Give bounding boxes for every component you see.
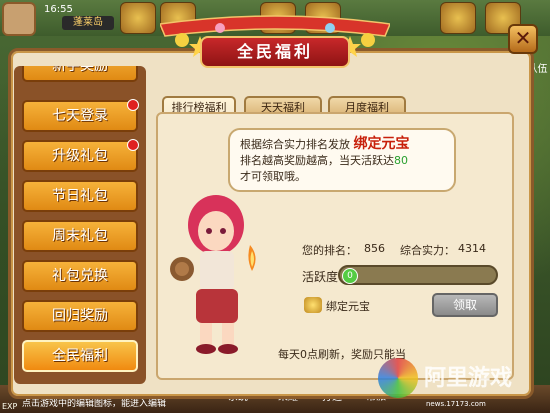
menu-item-redeem-code[interactable]: 礼包兑换 xyxy=(22,260,138,292)
menu-item-level-pack[interactable]: 升级礼包 xyxy=(22,139,139,172)
dialog-title: 全民福利 xyxy=(200,36,350,68)
clock-time: 16:55 xyxy=(44,4,73,15)
menu-item-weekend-pack[interactable]: 周末礼包 xyxy=(22,220,138,252)
rank-label: 您的排名： xyxy=(302,244,357,257)
menu-item-label: 回归奖励 xyxy=(52,308,108,324)
watermark-text: 阿里游戏 xyxy=(424,366,513,391)
close-button[interactable]: ✕ xyxy=(508,24,538,54)
notification-dot xyxy=(127,139,139,151)
bubble-line1: 根据综合实力排名发放 xyxy=(240,138,350,151)
bubble-activity-threshold: 80 xyxy=(394,154,408,167)
hud-event-icon[interactable] xyxy=(120,2,156,34)
speech-bubble: 根据综合实力排名发放 绑定元宝 排名越高奖励越高，当天活跃达80 才可领取哦。 xyxy=(228,128,456,192)
menu-item-newbie[interactable]: 新手奖励 xyxy=(22,66,138,82)
welfare-menu: 新手奖励 七天登录 升级礼包 节日礼包 周末礼包 礼包兑换 回归奖励 全民福利 xyxy=(14,66,146,384)
bubble-highlight: 绑定元宝 xyxy=(353,136,410,152)
watermark-logo-icon xyxy=(378,358,418,398)
menu-item-label: 节日礼包 xyxy=(52,188,108,204)
menu-item-label: 七天登录 xyxy=(52,108,108,124)
bubble-line3: 才可领取哦。 xyxy=(240,170,306,183)
rank-value: 856 xyxy=(364,242,385,255)
activity-value: 0 xyxy=(342,268,358,284)
menu-item-label: 升级礼包 xyxy=(52,148,108,164)
server-name: 蓬莱岛 xyxy=(62,16,114,30)
bubble-line2: 排名越高奖励越高，当天活跃达 xyxy=(240,154,394,167)
menu-item-festival-pack[interactable]: 节日礼包 xyxy=(22,180,138,212)
character-illustration xyxy=(170,195,256,354)
activity-progress-bar: 0 xyxy=(338,265,498,285)
notification-dot xyxy=(127,99,139,111)
menu-item-label: 全民福利 xyxy=(52,348,108,364)
xp-label: EXP xyxy=(2,402,18,411)
ingot-icon xyxy=(304,297,322,313)
player-avatar[interactable] xyxy=(2,2,36,36)
menu-item-return-reward[interactable]: 回归奖励 xyxy=(22,300,138,332)
menu-item-seven-day-login[interactable]: 七天登录 xyxy=(22,99,139,132)
claim-button[interactable]: 领取 xyxy=(432,293,498,317)
activity-label: 活跃度 xyxy=(302,270,339,284)
reward-label: 绑定元宝 xyxy=(326,300,370,313)
hud-pet-icon[interactable] xyxy=(440,2,476,34)
menu-item-label: 新手奖励 xyxy=(52,66,108,74)
menu-item-universal-welfare[interactable]: 全民福利 xyxy=(22,340,138,372)
menu-item-label: 周末礼包 xyxy=(52,228,108,244)
watermark-url: news.17173.com xyxy=(426,400,486,408)
refresh-note: 每天0点刷新，奖励只能当 xyxy=(278,348,406,361)
power-value: 4314 xyxy=(458,242,486,255)
menu-item-label: 礼包兑换 xyxy=(52,268,108,284)
power-label: 综合实力： xyxy=(400,244,455,257)
